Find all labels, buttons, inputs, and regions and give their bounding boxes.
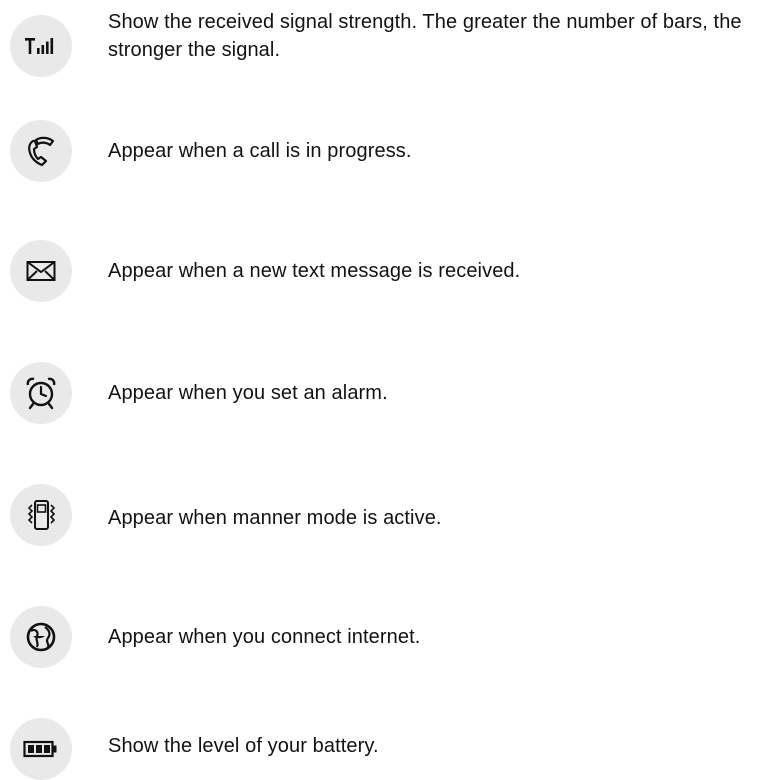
- envelope-icon: [10, 240, 72, 302]
- call-description: Appear when a call is in progress.: [108, 140, 412, 162]
- battery-description: Show the level of your battery.: [108, 735, 379, 757]
- manner-mode-description: Appear when manner mode is active.: [108, 507, 442, 529]
- internet-description: Appear when you connect internet.: [108, 626, 421, 648]
- signal-strength-description: Show the received signal strength. The g…: [108, 11, 742, 61]
- battery-icon: [10, 718, 72, 780]
- message-description: Appear when a new text message is receiv…: [108, 260, 521, 282]
- vibrate-mode-icon: [10, 484, 72, 546]
- signal-strength-icon: [10, 15, 72, 77]
- alarm-clock-icon: [10, 362, 72, 424]
- phone-call-icon: [10, 120, 72, 182]
- alarm-description: Appear when you set an alarm.: [108, 382, 388, 404]
- globe-icon: [10, 606, 72, 668]
